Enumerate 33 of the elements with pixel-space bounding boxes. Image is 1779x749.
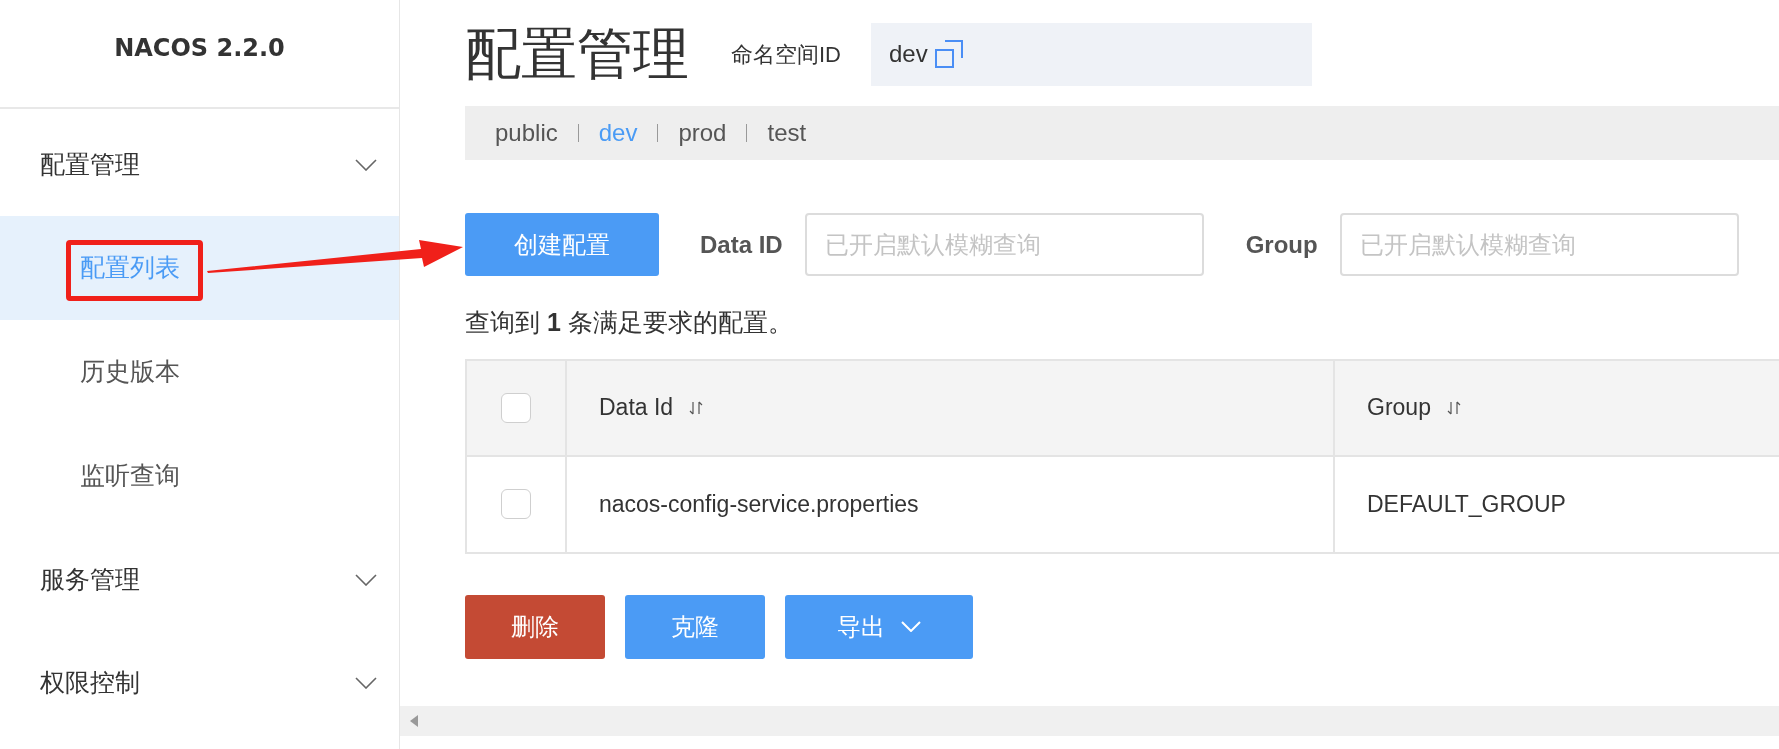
chevron-icon <box>355 158 377 171</box>
search-field[interactable]: 已开启默认模糊查询 <box>804 213 1204 276</box>
namespace-label: 命名空间ID <box>731 40 841 69</box>
sidebar-item[interactable]: 监听查询 <box>0 424 399 528</box>
sort-icon[interactable] <box>689 399 704 416</box>
result-summary: 查询到 1 条满足要求的配置。 <box>465 307 794 338</box>
app-logo: NACOS 2.2.0 <box>114 33 285 64</box>
checkbox[interactable] <box>501 392 531 423</box>
sort-icon[interactable] <box>1446 399 1461 416</box>
copy-icon[interactable] <box>933 39 964 69</box>
chevron-icon <box>355 573 377 586</box>
action-button[interactable]: 删除 <box>465 594 605 659</box>
filter-label: Group <box>1245 229 1318 260</box>
sidebar-group[interactable]: 权限控制 <box>0 631 399 734</box>
namespace-tab[interactable]: public <box>495 115 558 151</box>
column-header: Data Id <box>599 393 674 423</box>
checkbox[interactable] <box>501 489 531 519</box>
search-field[interactable]: 已开启默认模糊查询 <box>1339 213 1739 276</box>
chevron-icon <box>355 676 377 689</box>
filter-label: Data ID <box>700 229 783 260</box>
scroll-left-icon[interactable] <box>410 715 418 727</box>
table-cell-text: DEFAULT_GROUP <box>1367 489 1566 519</box>
namespace-tab[interactable]: prod <box>678 115 727 151</box>
sidebar-item[interactable]: 历史版本 <box>0 320 399 424</box>
table-cell-text: nacos-config-service.properties <box>599 489 919 519</box>
horizontal-scrollbar[interactable] <box>400 706 1779 736</box>
namespace-tab[interactable]: test <box>767 115 807 151</box>
sidebar-group[interactable]: 配置管理 <box>0 113 399 216</box>
page-title: 配置管理 <box>465 26 689 82</box>
column-header: Group <box>1367 393 1431 423</box>
sidebar-group[interactable]: 服务管理 <box>0 528 399 631</box>
namespace-field: dev <box>871 22 1312 86</box>
chevron-icon <box>901 621 921 632</box>
